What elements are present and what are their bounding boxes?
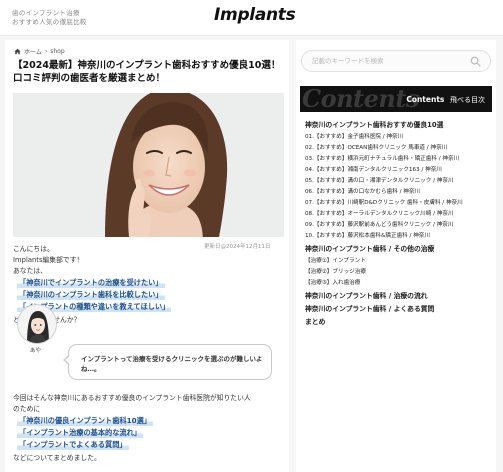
highlight-2-2: 「インプラント治療の基本的な流れ」 [17,428,143,438]
toc-heading-other-treatments[interactable]: 神奈川のインプラント歯科 / その他の治療 [305,243,434,253]
para-2-line-1: 今回はそんな神奈川にあるおすすめ優良のインプラント歯科医院が知りたい人 [13,394,251,402]
toc-item-treatment-2[interactable]: 【治療②】ブリッジ治療 [305,267,366,275]
toc-item-08[interactable]: 08.【おすすめ】オーラルデンタルクリニック川崎 / 神奈川 [305,209,454,217]
highlight-2-1: 「神奈川の優良インプラント歯科10選」 [17,416,153,426]
contents-title: Contents [406,95,445,104]
toc-heading-faq[interactable]: 神奈川のインプラント歯科 / よくある質問 [305,303,434,313]
speech-bubble-tail-fill [64,356,70,364]
para-2-line-2: のために [13,405,41,413]
toc-item-treatment-1[interactable]: 【治療①】インプラント [305,256,366,264]
toc-item-treatment-3[interactable]: 【治療③】入れ歯治療 [305,278,360,286]
toc-item-05[interactable]: 05.【おすすめ】溝の口・湘津デンタルクリニック / 神奈川 [305,176,454,184]
site-header: 歯のインプラント治療 おすすめ人気の徹底比較 Implants [0,0,503,36]
toc-item-04[interactable]: 04.【おすすめ】湘南デンタルクリニック163 / 神奈川 [305,165,442,173]
contents-header: Contents Contents 飛べる目次 [300,86,492,112]
intro-line-1: こんにちは。 [13,245,54,253]
highlight-1-2: 「神奈川のインプラント歯科を比較したい」 [17,290,165,300]
woman-avatar-icon [18,305,56,343]
intro-line-3: あなたは、 [13,267,47,275]
contents-watermark: Contents [302,86,419,112]
avatar [17,304,57,344]
updated-date: 更新日@2024年12月11日 [204,244,271,250]
highlight-1-1: 「神奈川でインプラントの治療を受けたい」 [17,278,165,288]
smiling-woman-illustration [13,93,284,237]
toc-item-09[interactable]: 09.【おすすめ】藤沢駅前あんどう歯科クリニック / 神奈川 [305,220,453,228]
speech-text: インプラントって治療を受けるクリニックを選ぶのが難しいよね…。 [81,355,263,373]
site-tagline: 歯のインプラント治療 おすすめ人気の徹底比較 [12,9,87,27]
home-icon[interactable] [14,48,21,55]
toc-item-01[interactable]: 01.【おすすめ】金子歯科医院 / 神奈川 [305,132,403,140]
hero-image [13,93,284,237]
breadcrumb-home[interactable]: ホーム [24,47,42,56]
article-title: 【2024最新】神奈川のインプラント歯科おすすめ優良10選！口コミ評判の歯医者を… [13,60,281,84]
toc-item-10[interactable]: 10.【おすすめ】藤沢松本歯科&矯正歯科 / 神奈川 [305,231,430,239]
breadcrumb-separator: › [44,48,48,55]
toc-item-03[interactable]: 03.【おすすめ】横浜元町ナチュラル歯科・矯正歯科 / 神奈川 [305,154,459,162]
breadcrumb-current[interactable]: shop [50,48,64,55]
toc-item-07[interactable]: 07.【おすすめ】川崎駅D&Dクリニック 歯科・皮膚科 / 神奈川 [305,198,463,206]
article: ホーム › shop 【2024最新】神奈川のインプラント歯科おすすめ優良10選… [5,40,289,472]
search-icon[interactable] [470,56,481,67]
site-logo[interactable]: Implants [214,5,296,25]
search-input[interactable] [312,57,472,65]
toc-heading-summary[interactable]: まとめ [305,316,325,326]
toc-heading-flow[interactable]: 神奈川のインプラント歯科 / 治療の流れ [305,290,428,300]
highlight-2-3: 「インプラントでよくある質問」 [17,440,129,450]
sidebar: Contents Contents 飛べる目次 神奈川のインプラント歯科おすすめ… [296,40,496,472]
search-box [301,50,491,72]
toc-item-02[interactable]: 02.【おすすめ】OCEAN歯科クリニック 馬車道 / 神奈川 [305,143,447,151]
tagline-line-2: おすすめ人気の徹底比較 [12,18,87,26]
contents-subtitle: 飛べる目次 [450,96,485,104]
contents-label: Contents 飛べる目次 [406,95,485,105]
toc-item-06[interactable]: 06.【おすすめ】溝の口なかむら歯科 / 神奈川 [305,187,420,195]
intro-line-2: Implants編集部です！ [13,256,84,264]
toc-heading-top10[interactable]: 神奈川のインプラント歯科おすすめ優良10選 [305,119,443,129]
speech-bubble: インプラントって治療を受けるクリニックを選ぶのが難しいよね…。 [68,344,272,380]
avatar-name: あや [30,348,42,354]
breadcrumb: ホーム › shop [14,47,65,56]
tagline-line-1: 歯のインプラント治療 [12,9,80,17]
closing-line: などについてまとめました。 [13,454,101,462]
